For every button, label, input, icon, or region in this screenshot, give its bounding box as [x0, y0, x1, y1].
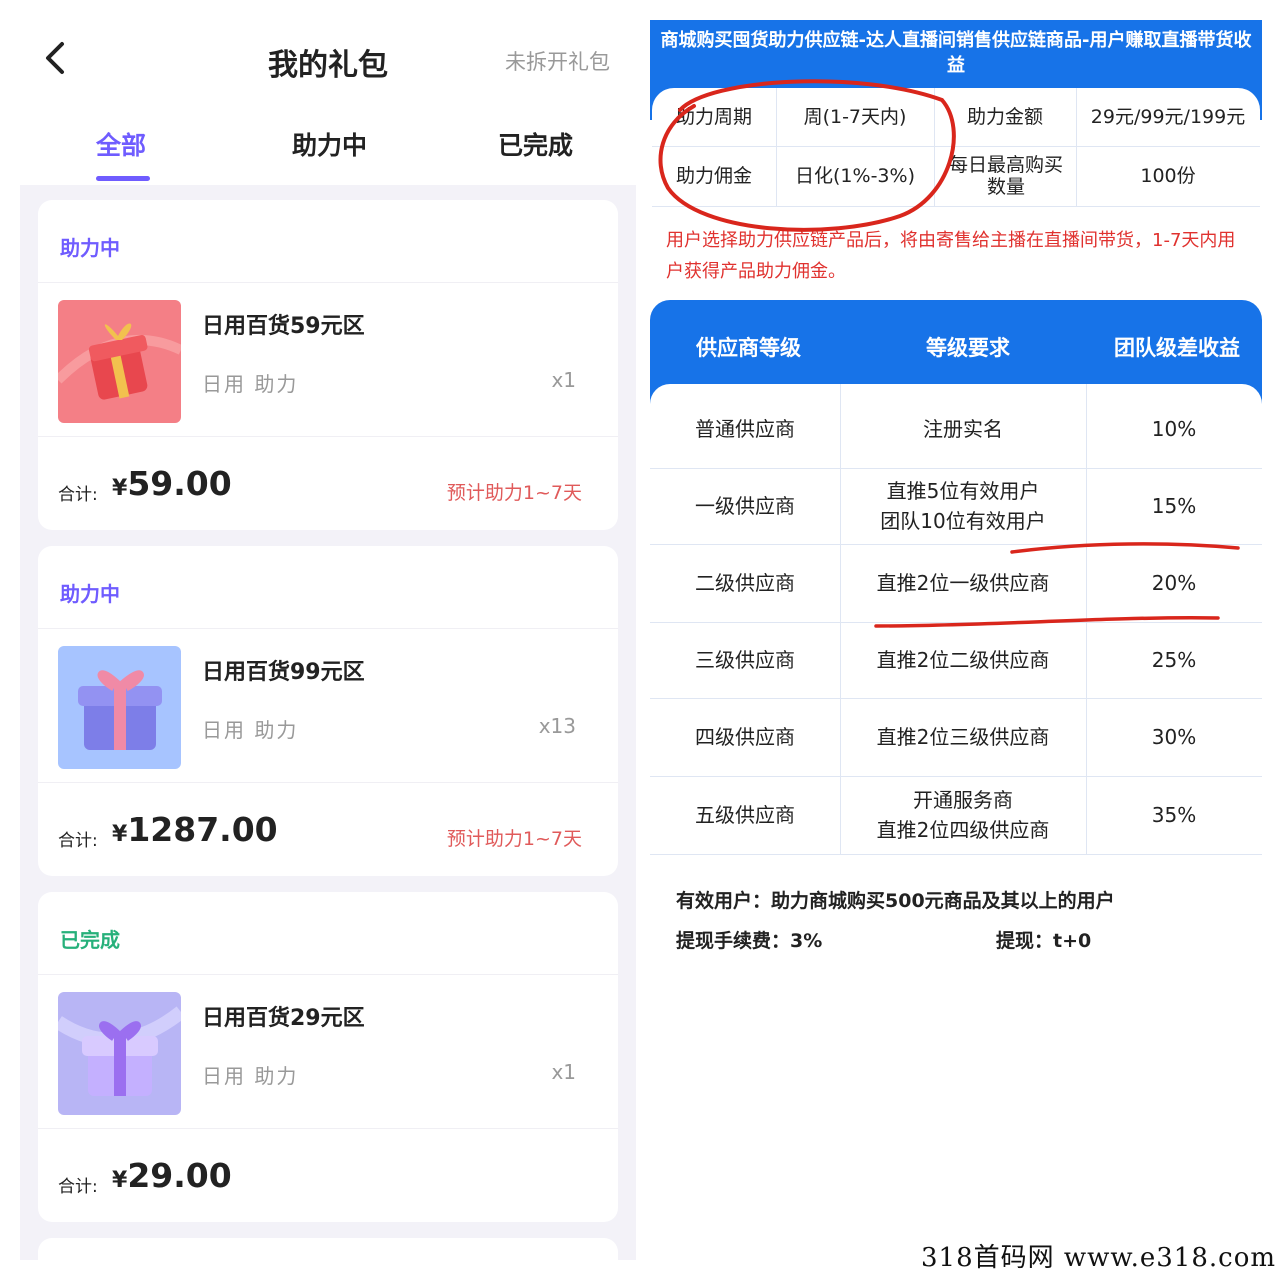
total-amount: ¥59.00 — [112, 464, 232, 503]
row-requirement: 直推2位三级供应商 — [876, 725, 1050, 749]
total-label: 合计: — [58, 831, 98, 851]
total-value: 29.00 — [127, 1156, 232, 1195]
purple-gift-icon — [58, 992, 181, 1115]
divider — [38, 436, 618, 437]
row-level: 普通供应商 — [695, 417, 795, 441]
row-requirement: 直推5位有效用户 团队10位有效用户 — [880, 479, 1046, 533]
quantity: x1 — [551, 1060, 576, 1084]
row-rate: 20% — [1151, 571, 1197, 595]
gift-list-screen: 我的礼包 未拆开礼包 全部 助力中 已完成 助力中 日用百货59元区 日用 助力… — [20, 0, 636, 1260]
divider — [38, 628, 618, 629]
period-label: 助力周期 — [675, 106, 752, 128]
currency-symbol: ¥ — [112, 822, 128, 847]
product-name: 日用百货99元区 — [202, 660, 365, 685]
order-status: 助力中 — [60, 236, 120, 260]
row-requirement: 直推2位二级供应商 — [876, 648, 1050, 672]
info-note: 用户选择助力供应链产品后，将由寄售给主播在直播间带货，1-7天内用户获得产品助力… — [666, 230, 1236, 282]
total-label: 合计: — [58, 485, 98, 505]
product-tags: 日用 助力 — [202, 372, 299, 396]
quantity: x1 — [551, 368, 576, 392]
top-bar: 我的礼包 未拆开礼包 全部 助力中 已完成 — [20, 0, 636, 185]
product-name: 日用百货29元区 — [202, 1006, 365, 1031]
valid-user-note: 有效用户：助力商城购买500元商品及其以上的用户 — [676, 890, 1115, 912]
tab-all[interactable]: 全部 — [96, 126, 146, 162]
row-rate: 10% — [1151, 417, 1197, 441]
red-gift-icon — [58, 300, 181, 423]
period-value: 周(1-7天内) — [803, 106, 907, 128]
order-status: 已完成 — [60, 928, 120, 952]
order-card[interactable]: 助力中 日用百货59元区 日用 助力 x1 合计: ¥59.00 预计助力1~7… — [38, 200, 618, 530]
row-level: 二级供应商 — [695, 571, 795, 595]
commission-value: 日化(1%-3%) — [795, 165, 915, 187]
quantity: x13 — [538, 714, 576, 738]
order-card[interactable] — [38, 1238, 618, 1260]
eta-text: 预计助力1~7天 — [446, 482, 582, 504]
max-buy-value: 100份 — [1140, 165, 1196, 187]
divider — [38, 782, 618, 783]
unopened-gifts-link[interactable]: 未拆开礼包 — [505, 46, 610, 76]
order-status: 助力中 — [60, 582, 120, 606]
row-rate: 15% — [1151, 494, 1197, 518]
tab-boosting[interactable]: 助力中 — [292, 126, 367, 162]
total-value: 59.00 — [127, 464, 232, 503]
withdraw-fee: 提现手续费：3% — [676, 930, 823, 952]
divider — [652, 206, 1260, 207]
amount-label: 助力金额 — [966, 106, 1043, 128]
currency-symbol: ¥ — [112, 476, 128, 501]
eta-text: 预计助力1~7天 — [446, 828, 582, 850]
header-level: 供应商等级 — [696, 336, 801, 360]
row-level: 五级供应商 — [695, 803, 795, 827]
tab-completed[interactable]: 已完成 — [498, 126, 573, 162]
product-tags: 日用 助力 — [202, 718, 299, 742]
total-value: 1287.00 — [127, 810, 278, 849]
row-requirement: 开通服务商 直推2位四级供应商 — [876, 788, 1050, 842]
row-level: 三级供应商 — [695, 648, 795, 672]
row-level: 四级供应商 — [695, 725, 795, 749]
header-requirement: 等级要求 — [926, 336, 1010, 360]
info-header-title: 商城购买囤货助力供应链-达人直播间销售供应链商品-用户赚取直播带货收益 — [660, 30, 1252, 76]
amount-value: 29元/99元/199元 — [1090, 106, 1246, 128]
level-table: 普通供应商 注册实名 10% 一级供应商 直推5位有效用户 团队10位有效用户 … — [650, 384, 1262, 855]
watermark: 318首码网 www.e318.com — [921, 1243, 1276, 1273]
product-tags: 日用 助力 — [202, 1064, 299, 1088]
row-rate: 25% — [1151, 648, 1197, 672]
total-label: 合计: — [58, 1177, 98, 1197]
order-card[interactable]: 已完成 日用百货29元区 日用 助力 x1 合计: ¥29.00 — [38, 892, 618, 1222]
max-buy-label: 每日最高购买数量 — [948, 154, 1063, 198]
row-requirement: 注册实名 — [923, 417, 1003, 441]
supply-chain-info-graphic: 商城购买囤货助力供应链-达人直播间销售供应链商品-用户赚取直播带货收益 助力周期… — [650, 20, 1262, 958]
total-amount: ¥1287.00 — [112, 810, 278, 849]
row-rate: 30% — [1151, 725, 1197, 749]
total-amount: ¥29.00 — [112, 1156, 232, 1195]
currency-symbol: ¥ — [112, 1168, 128, 1193]
divider — [38, 974, 618, 975]
withdraw-time: 提现：t+0 — [996, 930, 1092, 952]
active-tab-indicator — [96, 176, 150, 181]
divider — [38, 1128, 618, 1129]
blue-gift-icon — [58, 646, 181, 769]
divider — [650, 854, 1262, 855]
row-rate: 35% — [1151, 803, 1197, 827]
divider — [38, 282, 618, 283]
commission-label: 助力佣金 — [675, 165, 752, 187]
row-requirement: 直推2位一级供应商 — [876, 571, 1050, 595]
order-card[interactable]: 助力中 日用百货99元区 日用 助力 x13 合计: ¥1287.00 预计助力… — [38, 546, 618, 876]
product-name: 日用百货59元区 — [202, 314, 365, 339]
header-rate: 团队级差收益 — [1114, 336, 1240, 360]
tab-bar: 全部 助力中 已完成 — [20, 120, 636, 181]
row-level: 一级供应商 — [695, 494, 795, 518]
